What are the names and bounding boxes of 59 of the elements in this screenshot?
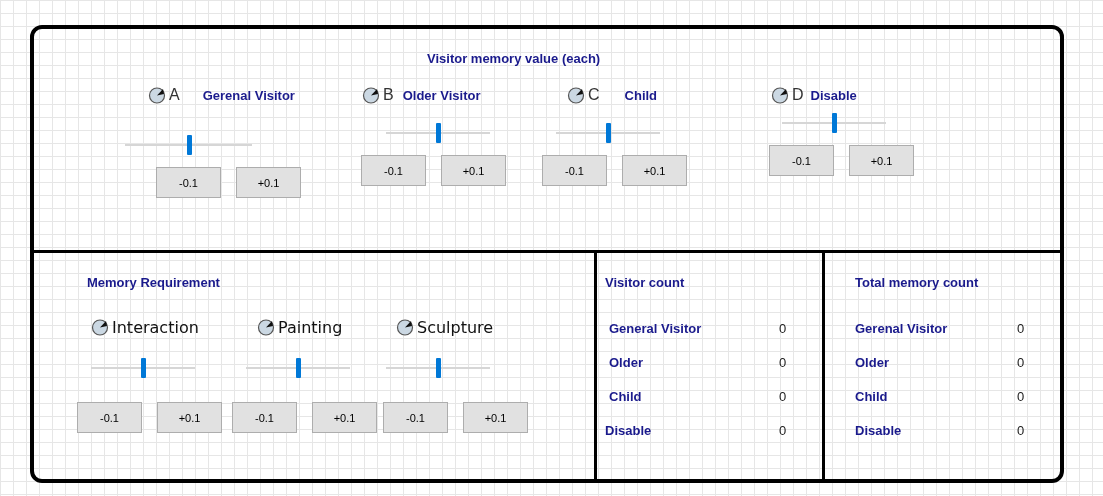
step-button[interactable]: -0.1 xyxy=(77,402,142,433)
count-value: 0 xyxy=(1017,388,1025,404)
count-label: Gerenal Visitor xyxy=(855,320,949,336)
slider[interactable] xyxy=(782,113,886,133)
group-label: Child xyxy=(624,87,658,103)
step-button[interactable]: +0.1 xyxy=(157,402,222,433)
step-button[interactable]: +0.1 xyxy=(849,145,914,176)
group-letter: A xyxy=(169,86,180,104)
gauge-icon xyxy=(771,86,789,104)
slider[interactable] xyxy=(386,358,490,378)
group-letter: C xyxy=(588,86,600,104)
step-button[interactable]: -0.1 xyxy=(361,155,426,186)
count-value: 0 xyxy=(779,354,787,370)
count-label: Child xyxy=(855,388,889,404)
item-label: Interaction xyxy=(112,317,199,337)
count-label: Child xyxy=(609,388,643,404)
section-title: Total memory count xyxy=(855,275,979,290)
count-value: 0 xyxy=(1017,320,1025,336)
count-value: 0 xyxy=(779,388,787,404)
item-label: Painting xyxy=(278,317,343,337)
slider[interactable] xyxy=(125,135,252,155)
step-button[interactable]: +0.1 xyxy=(312,402,377,433)
step-button[interactable]: -0.1 xyxy=(542,155,607,186)
gauge-icon xyxy=(567,86,585,104)
group-letter: B xyxy=(383,86,394,104)
item-label: Sculpture xyxy=(417,317,494,337)
count-label: Disable xyxy=(855,422,903,438)
step-button[interactable]: -0.1 xyxy=(383,402,448,433)
step-button[interactable]: +0.1 xyxy=(463,402,528,433)
section-title: Visitor memory value (each) xyxy=(427,51,601,66)
group-label: Gerenal Visitor xyxy=(202,87,295,103)
slider[interactable] xyxy=(91,358,195,378)
count-value: 0 xyxy=(779,320,787,336)
count-label: General Visitor xyxy=(609,320,703,336)
step-button[interactable]: -0.1 xyxy=(232,402,297,433)
gauge-icon xyxy=(396,318,414,336)
section-title: Memory Requirement xyxy=(87,275,220,290)
count-value: 0 xyxy=(1017,354,1025,370)
group-label: Older Visitor xyxy=(402,87,481,103)
step-button[interactable]: +0.1 xyxy=(622,155,687,186)
gauge-icon xyxy=(362,86,380,104)
step-button[interactable]: -0.1 xyxy=(769,145,834,176)
gauge-icon xyxy=(257,318,275,336)
section-title: Visitor count xyxy=(605,275,685,290)
gauge-icon xyxy=(148,86,166,104)
slider[interactable] xyxy=(246,358,350,378)
count-label: Disable xyxy=(605,422,653,438)
group-label: Disable xyxy=(810,87,857,103)
step-button[interactable]: +0.1 xyxy=(236,167,301,198)
slider[interactable] xyxy=(386,123,490,143)
step-button[interactable]: -0.1 xyxy=(156,167,221,198)
count-label: Older xyxy=(855,354,890,370)
count-label: Older xyxy=(609,354,644,370)
count-value: 0 xyxy=(1017,422,1025,438)
slider[interactable] xyxy=(556,123,660,143)
group-letter: D xyxy=(792,86,804,104)
step-button[interactable]: +0.1 xyxy=(441,155,506,186)
gauge-icon xyxy=(91,318,109,336)
count-value: 0 xyxy=(779,422,787,438)
